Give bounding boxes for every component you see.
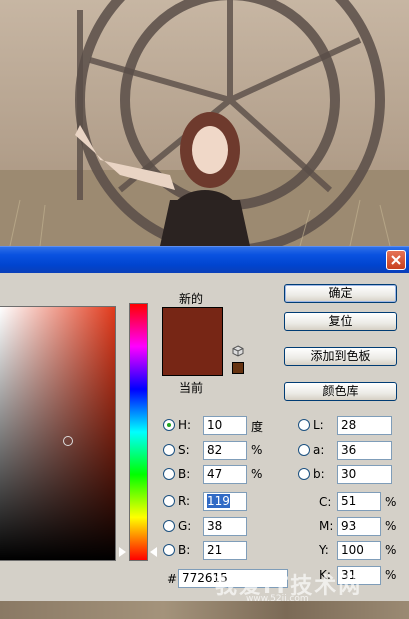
yellow-label: Y: <box>319 543 329 557</box>
radio-green[interactable] <box>163 520 175 532</box>
current-color-label: 当前 <box>179 381 204 395</box>
cyan-label: C: <box>319 495 332 509</box>
hue-input[interactable]: 10 <box>203 416 247 435</box>
red-input[interactable]: 119 <box>203 492 247 511</box>
radio-hue[interactable] <box>163 419 175 431</box>
reset-button[interactable]: 复位 <box>284 312 397 331</box>
saturation-unit: % <box>251 443 263 457</box>
yellow-input[interactable]: 100 <box>337 541 381 560</box>
radio-saturation[interactable] <box>163 444 175 456</box>
green-label: G: <box>178 519 192 533</box>
lab-a-label: a: <box>313 443 325 457</box>
color-libraries-button[interactable]: 颜色库 <box>284 382 397 401</box>
brightness-unit: % <box>251 467 263 481</box>
new-color-swatch <box>162 307 223 348</box>
saturation-label: S: <box>178 443 190 457</box>
ok-button[interactable]: 确定 <box>284 284 397 303</box>
hue-slider-left-arrow[interactable] <box>119 547 126 557</box>
green-input[interactable]: 38 <box>203 517 247 536</box>
current-color-swatch[interactable] <box>162 347 223 376</box>
lab-b-label: b: <box>313 467 325 481</box>
red-input-value: 119 <box>207 494 230 508</box>
blue-input[interactable]: 21 <box>203 541 247 560</box>
radio-lab-a[interactable] <box>298 444 310 456</box>
lab-l-label: L: <box>313 418 324 432</box>
radio-lab-l[interactable] <box>298 419 310 431</box>
hue-slider-right-arrow[interactable] <box>150 547 157 557</box>
hue-slider[interactable] <box>129 303 148 561</box>
cyan-input[interactable]: 51 <box>337 492 381 511</box>
hex-label: # <box>167 572 178 586</box>
brightness-input[interactable]: 47 <box>203 465 247 484</box>
hue-label: H: <box>178 418 192 432</box>
magenta-input[interactable]: 93 <box>337 517 381 536</box>
hue-unit: 度 <box>251 420 264 434</box>
out-of-gamut-cube-icon[interactable] <box>232 345 244 357</box>
lab-b-input[interactable]: 30 <box>337 465 392 484</box>
dialog-titlebar[interactable] <box>0 246 409 273</box>
cyan-unit: % <box>385 495 397 509</box>
red-label: R: <box>178 494 191 508</box>
new-color-label: 新的 <box>179 292 204 306</box>
saturation-input[interactable]: 82 <box>203 441 247 460</box>
yellow-unit: % <box>385 543 397 557</box>
magenta-label: M: <box>319 519 334 533</box>
background-photo-bottom <box>0 601 409 619</box>
radio-lab-b[interactable] <box>298 468 310 480</box>
websafe-color-swatch[interactable] <box>232 362 244 374</box>
radio-red[interactable] <box>163 495 175 507</box>
close-button[interactable] <box>386 250 406 270</box>
brightness-label: B: <box>178 467 191 481</box>
background-photo <box>0 0 409 246</box>
radio-blue[interactable] <box>163 544 175 556</box>
black-unit: % <box>385 568 397 582</box>
close-icon <box>391 255 401 265</box>
lab-a-input[interactable]: 36 <box>337 441 392 460</box>
radio-brightness[interactable] <box>163 468 175 480</box>
blue-label: B: <box>178 543 191 557</box>
add-to-swatches-button[interactable]: 添加到色板 <box>284 347 397 366</box>
color-field-marker[interactable] <box>63 436 73 446</box>
lab-l-input[interactable]: 28 <box>337 416 392 435</box>
color-field[interactable] <box>0 306 116 561</box>
magenta-unit: % <box>385 519 397 533</box>
